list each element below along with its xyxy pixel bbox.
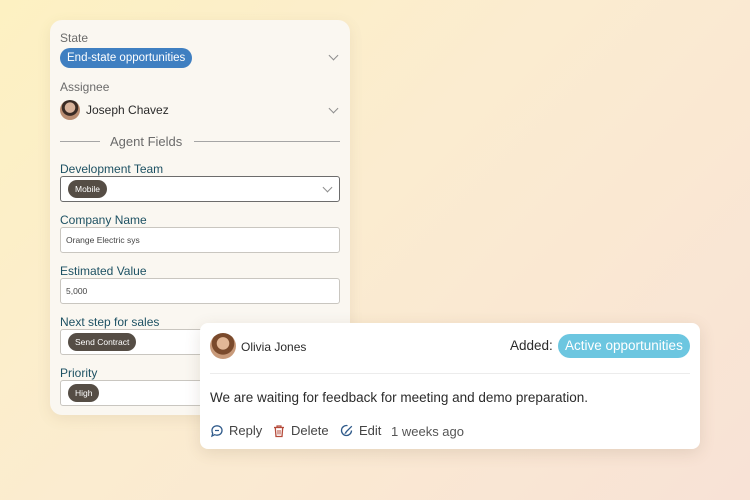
edit-label: Edit xyxy=(359,423,382,438)
development-team-select[interactable]: Mobile xyxy=(60,176,340,202)
assignee-name: Joseph Chavez xyxy=(86,103,169,117)
priority-label: Priority xyxy=(60,366,98,380)
delete-label: Delete xyxy=(291,423,329,438)
status-badge[interactable]: Active opportunities xyxy=(558,334,690,358)
timestamp: 1 weeks ago xyxy=(391,424,464,439)
chevron-down-icon[interactable] xyxy=(328,103,339,114)
reply-button[interactable]: Reply xyxy=(210,423,262,438)
comment-text: We are waiting for feedback for meeting … xyxy=(210,390,588,405)
comment-author: Olivia Jones xyxy=(241,340,307,354)
chevron-down-icon[interactable] xyxy=(322,182,333,193)
reply-icon xyxy=(211,424,223,437)
divider xyxy=(210,373,690,374)
divider xyxy=(60,141,100,142)
section-title: Agent Fields xyxy=(110,134,183,149)
company-name-value: Orange Electric sys xyxy=(66,235,140,245)
development-team-tag: Mobile xyxy=(68,180,108,198)
development-team-label: Development Team xyxy=(60,162,164,176)
delete-button[interactable]: Delete xyxy=(272,423,329,438)
avatar xyxy=(210,333,236,359)
estimated-value-label: Estimated Value xyxy=(60,264,147,278)
assignee-selector[interactable]: Joseph Chavez xyxy=(60,100,169,120)
company-name-label: Company Name xyxy=(60,213,147,227)
next-step-label: Next step for sales xyxy=(60,315,160,329)
avatar xyxy=(60,100,80,120)
reply-label: Reply xyxy=(229,423,263,438)
state-label: State xyxy=(60,31,89,45)
next-step-tag: Send Contract xyxy=(68,333,137,351)
edit-button[interactable]: Edit xyxy=(340,423,381,438)
estimated-value-field[interactable]: 5,000 xyxy=(60,278,340,304)
added-label: Added: xyxy=(510,338,553,353)
divider xyxy=(194,141,340,142)
edit-icon xyxy=(340,424,353,436)
estimated-value-value: 5,000 xyxy=(66,286,88,296)
state-badge[interactable]: End-state opportunities xyxy=(60,48,193,68)
chevron-down-icon[interactable] xyxy=(328,50,339,61)
comment-card: Olivia Jones Added: Active opportunities… xyxy=(200,323,700,449)
priority-tag: High xyxy=(68,384,100,402)
company-name-field[interactable]: Orange Electric sys xyxy=(60,227,340,253)
assignee-label: Assignee xyxy=(60,80,110,94)
trash-icon xyxy=(274,424,284,437)
